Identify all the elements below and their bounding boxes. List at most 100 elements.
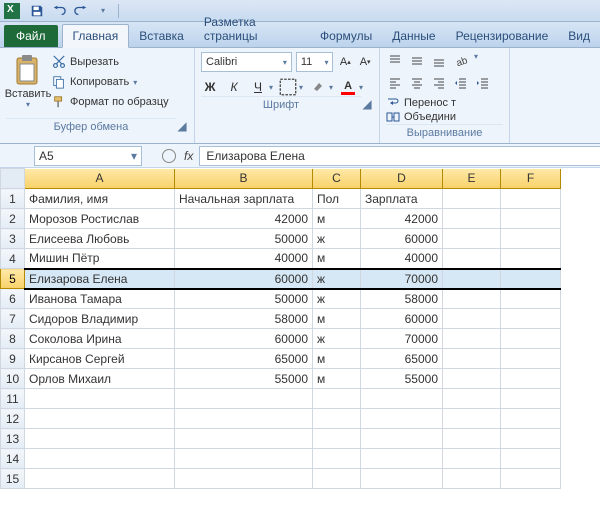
table-row[interactable]: 14	[1, 449, 561, 469]
table-row[interactable]: 12	[1, 409, 561, 429]
cell[interactable]	[443, 329, 501, 349]
row-header[interactable]: 14	[1, 449, 25, 469]
tab-page-layout[interactable]: Разметка страницы	[194, 11, 310, 47]
qat-customize-icon[interactable]: ▾	[94, 2, 112, 20]
cell[interactable]: ж	[313, 289, 361, 309]
cell[interactable]	[361, 409, 443, 429]
cell[interactable]: ж	[313, 329, 361, 349]
chevron-down-icon[interactable]: ▾	[299, 83, 303, 92]
cell[interactable]	[361, 389, 443, 409]
cell[interactable]: 60000	[361, 229, 443, 249]
cell[interactable]	[175, 429, 313, 449]
dialog-launcher-icon[interactable]: ◢	[176, 120, 188, 132]
table-row[interactable]: 4 Мишин Пётр 40000 м 40000	[1, 249, 561, 269]
cell[interactable]: Кирсанов Сергей	[25, 349, 175, 369]
fx-icon[interactable]: fx	[184, 149, 193, 163]
copy-button[interactable]: Копировать ▾	[50, 74, 171, 90]
cell[interactable]: 42000	[175, 209, 313, 229]
cell[interactable]	[501, 269, 561, 289]
cell[interactable]	[361, 449, 443, 469]
borders-button[interactable]	[279, 78, 297, 96]
table-row[interactable]: 13	[1, 429, 561, 449]
table-row[interactable]: 6 Иванова Тамара 50000 ж 58000	[1, 289, 561, 309]
cell[interactable]: Иванова Тамара	[25, 289, 175, 309]
cell[interactable]: 55000	[361, 369, 443, 389]
redo-icon[interactable]	[72, 2, 90, 20]
cell[interactable]: Мишин Пётр	[25, 249, 175, 269]
cell[interactable]	[175, 389, 313, 409]
cell[interactable]	[443, 309, 501, 329]
cell[interactable]: 60000	[175, 329, 313, 349]
cell[interactable]	[313, 469, 361, 489]
tab-review[interactable]: Рецензирование	[446, 25, 559, 47]
tab-insert[interactable]: Вставка	[129, 25, 194, 47]
cell[interactable]	[501, 409, 561, 429]
cell[interactable]	[501, 469, 561, 489]
cell[interactable]	[443, 389, 501, 409]
row-header[interactable]: 10	[1, 369, 25, 389]
cell[interactable]	[443, 269, 501, 289]
cell[interactable]: м	[313, 309, 361, 329]
cell[interactable]	[443, 209, 501, 229]
cell[interactable]: Начальная зарплата	[175, 189, 313, 209]
cell[interactable]: 55000	[175, 369, 313, 389]
dialog-launcher-icon[interactable]: ◢	[361, 98, 373, 110]
col-header-d[interactable]: D	[361, 169, 443, 189]
table-row[interactable]: 7 Сидоров Владимир 58000 м 60000	[1, 309, 561, 329]
table-row[interactable]: 1 Фамилия, имя Начальная зарплата Пол За…	[1, 189, 561, 209]
cell[interactable]	[501, 449, 561, 469]
table-row[interactable]: 8 Соколова Ирина 60000 ж 70000	[1, 329, 561, 349]
cell[interactable]: м	[313, 369, 361, 389]
cell[interactable]: Орлов Михаил	[25, 369, 175, 389]
bold-button[interactable]: Ж	[201, 78, 219, 96]
cell[interactable]	[175, 409, 313, 429]
increase-font-icon[interactable]: A▴	[337, 54, 353, 70]
cell[interactable]	[501, 249, 561, 269]
row-header[interactable]: 9	[1, 349, 25, 369]
table-row[interactable]: 11	[1, 389, 561, 409]
cell[interactable]	[313, 449, 361, 469]
cell[interactable]	[501, 189, 561, 209]
table-row[interactable]: 3 Елисеева Любовь 50000 ж 60000	[1, 229, 561, 249]
col-header-c[interactable]: C	[313, 169, 361, 189]
fill-color-button[interactable]	[309, 78, 327, 96]
cell[interactable]	[443, 449, 501, 469]
col-header-f[interactable]: F	[501, 169, 561, 189]
col-header-b[interactable]: B	[175, 169, 313, 189]
fx-cancel-icon[interactable]	[162, 149, 176, 163]
cell[interactable]	[443, 429, 501, 449]
cell[interactable]: Сидоров Владимир	[25, 309, 175, 329]
cell[interactable]	[501, 349, 561, 369]
tab-view[interactable]: Вид	[558, 25, 600, 47]
tab-file[interactable]: Файл	[4, 25, 58, 47]
col-header-e[interactable]: E	[443, 169, 501, 189]
save-icon[interactable]	[28, 2, 46, 20]
formula-bar[interactable]: Елизарова Елена	[199, 146, 600, 166]
cell[interactable]: 58000	[175, 309, 313, 329]
increase-indent-icon[interactable]	[474, 74, 492, 92]
cell[interactable]: м	[313, 209, 361, 229]
wrap-text-button[interactable]: Перенос т	[386, 96, 503, 110]
cell[interactable]	[501, 309, 561, 329]
cell[interactable]: м	[313, 249, 361, 269]
cell[interactable]: м	[313, 349, 361, 369]
row-header[interactable]: 4	[1, 249, 25, 269]
cell[interactable]: 65000	[361, 349, 443, 369]
cut-button[interactable]: Вырезать	[50, 54, 171, 70]
font-size-dropdown[interactable]: 11 ▾	[296, 52, 334, 72]
format-painter-button[interactable]: Формат по образцу	[50, 94, 171, 110]
cell[interactable]: 42000	[361, 209, 443, 229]
cell[interactable]	[443, 469, 501, 489]
row-header[interactable]: 1	[1, 189, 25, 209]
cell[interactable]	[25, 469, 175, 489]
cell[interactable]	[501, 429, 561, 449]
cell[interactable]	[501, 209, 561, 229]
cell[interactable]: 40000	[175, 249, 313, 269]
chevron-down-icon[interactable]: ▾	[474, 52, 478, 70]
spreadsheet-grid[interactable]: A B C D E F 1 Фамилия, имя Начальная зар…	[0, 168, 600, 489]
align-bottom-icon[interactable]	[430, 52, 448, 70]
cell[interactable]	[501, 369, 561, 389]
cell[interactable]: 50000	[175, 289, 313, 309]
cell[interactable]	[443, 369, 501, 389]
tab-formulas[interactable]: Формулы	[310, 25, 382, 47]
